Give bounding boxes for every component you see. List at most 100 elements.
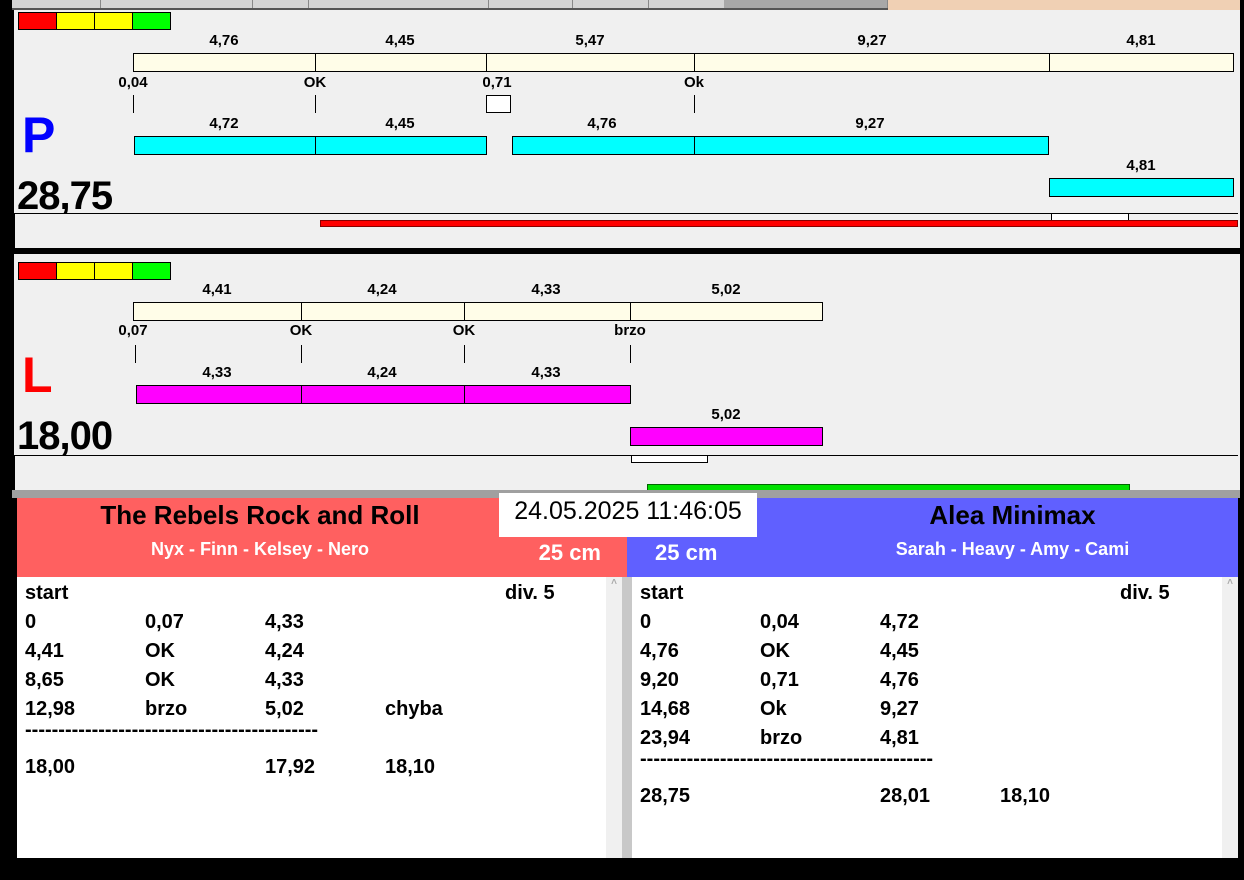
divider (315, 53, 316, 72)
log-total: 28,75 (640, 785, 691, 807)
mark-label: brzo (614, 322, 646, 339)
team-name: Alea Minimax (929, 500, 1096, 530)
tab[interactable] (648, 0, 649, 8)
mark-label: OK (452, 322, 476, 339)
log-total: 18,00 (25, 756, 76, 778)
log-header: start (640, 582, 684, 604)
log-cell: 14,68 (640, 698, 691, 720)
progress-track (14, 455, 1238, 491)
tab[interactable] (308, 0, 309, 8)
team-distance: 25 cm (538, 540, 601, 565)
legend-yellow (94, 262, 133, 280)
legend-green (132, 262, 171, 280)
divider (694, 53, 695, 72)
log-cell: 8,65 (25, 669, 64, 691)
ref-label: 4,76 (209, 32, 239, 49)
actual-label: 4,45 (385, 115, 415, 132)
ref-label: 4,81 (1126, 32, 1156, 49)
log-cell: 9,20 (640, 669, 679, 691)
log-cell: 0 (25, 611, 37, 633)
lane-letter: L (22, 347, 53, 403)
log-cell: 0,04 (760, 611, 799, 633)
mark-label: 0,71 (482, 74, 512, 91)
log-cell: 5,02 (265, 698, 304, 720)
log-cell: 4,24 (265, 640, 304, 662)
actual-label: 4,81 (1126, 157, 1156, 174)
team-distance: 25 cm (655, 540, 718, 565)
actual-label: 5,02 (711, 406, 741, 423)
mark-label: 0,04 (118, 74, 148, 91)
ref-label: 4,45 (385, 32, 415, 49)
log-cell: 12,98 (25, 698, 76, 720)
ref-label: 5,02 (711, 281, 741, 298)
log-cell: 0,07 (145, 611, 184, 633)
tab[interactable] (572, 0, 573, 8)
list-divider (622, 577, 632, 858)
log-cell: 0,71 (760, 669, 799, 691)
legend-red (18, 12, 57, 30)
ref-label: 4,24 (367, 281, 397, 298)
ref-label: 4,33 (531, 281, 561, 298)
divider (694, 136, 695, 155)
divider (486, 53, 487, 72)
log-cell: 23,94 (640, 727, 691, 749)
log-cell: 4,33 (265, 669, 304, 691)
team-left-log[interactable]: start div. 5 0 0,07 4,33 4,41 OK 4,24 8,65 OK 4,… (17, 577, 622, 858)
ref-label: 5,47 (575, 32, 605, 49)
tab[interactable] (100, 0, 101, 8)
divider (464, 385, 465, 404)
log-cell: Ok (760, 698, 787, 720)
log-total: 18,10 (1000, 785, 1051, 807)
team-right-log[interactable]: start div. 5 0 0,04 4,72 4,76 OK 4,45 9,20 0,71… (632, 577, 1238, 858)
tab[interactable] (724, 0, 888, 8)
marker-box (631, 455, 708, 463)
tab-strip[interactable] (12, 0, 888, 10)
log-cell: 4,45 (880, 640, 919, 662)
tick (315, 95, 316, 113)
divider (301, 385, 302, 404)
mark-label: Ok (683, 74, 705, 91)
log-cell: brzo (760, 727, 803, 749)
actual-label: 4,24 (367, 364, 397, 381)
progress-track (14, 213, 1238, 249)
divider (1049, 53, 1050, 72)
tick (464, 345, 465, 363)
lane-p: 4,76 4,45 5,47 9,27 4,81 0,04 OK 0,71 Ok… (14, 10, 1240, 249)
reference-bar (133, 53, 1234, 72)
scrollbar[interactable]: ˄ (1222, 577, 1238, 858)
lane-letter: P (22, 107, 56, 163)
divider (315, 136, 316, 155)
legend-red (18, 262, 57, 280)
tab[interactable] (252, 0, 253, 8)
mark-label: OK (289, 322, 313, 339)
log-cell: 4,41 (25, 640, 64, 662)
datetime: 24.05.2025 11:46:05 (499, 493, 757, 537)
log-separator: ----------------------------------------… (25, 719, 319, 741)
log-cell: OK (145, 669, 175, 691)
actual-bar (630, 427, 823, 446)
log-cell: OK (145, 640, 175, 662)
log-cell: 4,33 (265, 611, 304, 633)
team-members: Nyx - Finn - Kelsey - Nero (150, 539, 370, 559)
divider (301, 302, 302, 321)
tick (630, 345, 631, 363)
log-cell: chyba (385, 698, 443, 720)
team-members: Sarah - Heavy - Amy - Cami (895, 539, 1130, 559)
tab[interactable] (488, 0, 489, 8)
log-total: 18,10 (385, 756, 436, 778)
log-cell: 4,72 (880, 611, 919, 633)
actual-label: 4,76 (587, 115, 617, 132)
log-cell: OK (760, 640, 790, 662)
actual-bar (1049, 178, 1234, 197)
reference-bar (133, 302, 823, 321)
legend-green (132, 12, 171, 30)
log-cell: 4,76 (640, 640, 679, 662)
divider (630, 302, 631, 321)
scrollbar[interactable]: ˄ (606, 577, 622, 858)
team-name: The Rebels Rock and Roll (100, 500, 420, 530)
tick (135, 345, 136, 363)
log-division: div. 5 (1120, 582, 1170, 604)
progress-bar-red (320, 220, 1238, 227)
log-separator: ----------------------------------------… (640, 748, 934, 770)
actual-label: 4,33 (531, 364, 561, 381)
